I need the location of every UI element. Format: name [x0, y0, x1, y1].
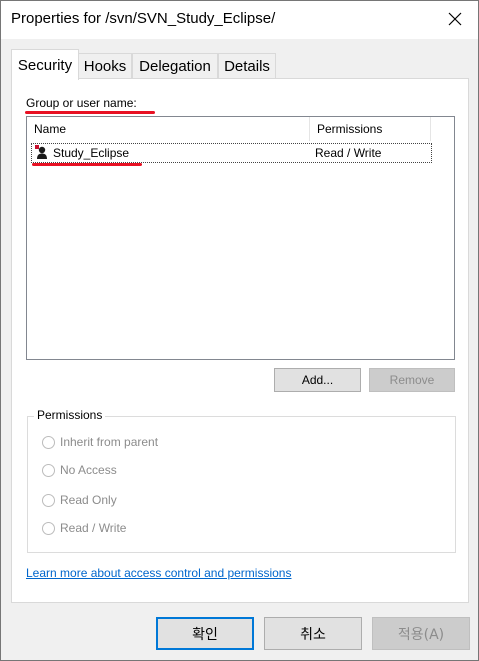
list-item[interactable]: Study_Eclipse Read / Write — [31, 143, 432, 163]
row-permissions: Read / Write — [315, 146, 382, 160]
add-button-label: Add... — [301, 373, 334, 387]
radio-button[interactable] — [42, 521, 55, 535]
radio-no-access[interactable]: No Access — [42, 461, 117, 479]
radio-label: Read Only — [60, 493, 117, 507]
properties-dialog: Properties for /svn/SVN_Study_Eclipse/ S… — [0, 0, 479, 661]
tab-strip: Security Hooks Delegation Details — [11, 49, 469, 80]
ok-button[interactable]: 확인 — [156, 617, 254, 650]
radio-read-only[interactable]: Read Only — [42, 491, 117, 509]
annotation-underline — [25, 111, 155, 114]
add-button[interactable]: Add... — [274, 368, 361, 392]
radio-label: Inherit from parent — [60, 435, 159, 449]
permissions-legend: Permissions — [34, 408, 106, 422]
row-name: Study_Eclipse — [53, 146, 130, 160]
tab-delegation[interactable]: Delegation — [132, 53, 218, 79]
column-header-name[interactable]: Name — [27, 117, 310, 141]
radio-button[interactable] — [42, 493, 55, 507]
permissions-group: Permissions Inherit from parent No Acces… — [27, 408, 456, 553]
window-title: Properties for /svn/SVN_Study_Eclipse/ — [11, 10, 276, 27]
column-header-permissions[interactable]: Permissions — [310, 117, 431, 141]
close-button[interactable] — [432, 1, 478, 39]
tab-details[interactable]: Details — [218, 53, 276, 79]
close-icon — [448, 12, 462, 29]
radio-label: No Access — [60, 463, 117, 477]
radio-button[interactable] — [42, 463, 55, 477]
cancel-button-label: 취소 — [300, 626, 326, 643]
learn-more-link[interactable]: Learn more about access control and perm… — [26, 566, 291, 580]
cancel-button[interactable]: 취소 — [264, 617, 362, 650]
radio-read-write[interactable]: Read / Write — [42, 519, 126, 537]
security-panel: Group or user name: Name Permissions Stu… — [11, 78, 469, 603]
tab-security[interactable]: Security — [11, 49, 79, 80]
apply-button[interactable]: 적용(A) — [372, 617, 470, 650]
list-header: Name Permissions — [27, 117, 454, 141]
title-bar: Properties for /svn/SVN_Study_Eclipse/ — [1, 1, 478, 39]
user-list[interactable]: Name Permissions Study_Eclipse Read / Wr… — [26, 116, 455, 360]
apply-button-label: 적용(A) — [397, 626, 445, 643]
tab-hooks[interactable]: Hooks — [78, 53, 132, 79]
group-icon — [35, 145, 49, 163]
remove-button[interactable]: Remove — [369, 368, 455, 392]
radio-button[interactable] — [42, 435, 55, 449]
radio-inherit-from-parent[interactable]: Inherit from parent — [42, 433, 158, 451]
remove-button-label: Remove — [389, 373, 435, 387]
group-user-label: Group or user name: — [26, 96, 137, 110]
radio-label: Read / Write — [60, 521, 127, 535]
ok-button-label: 확인 — [192, 626, 218, 643]
annotation-underline — [32, 163, 142, 166]
